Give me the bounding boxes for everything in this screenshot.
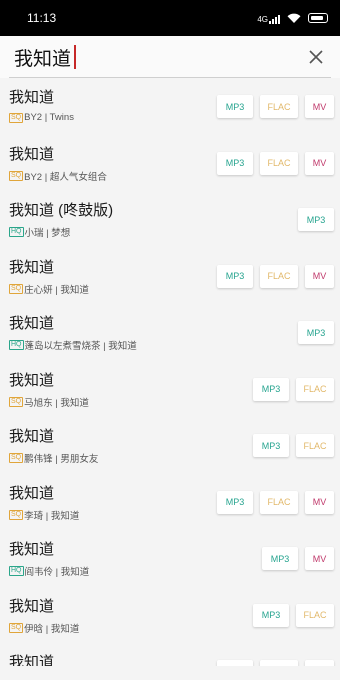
artist-album-label: 小瑞 | 梦想 (24, 228, 71, 239)
mp3-button[interactable]: MP3 (217, 151, 253, 175)
quality-badge: SQ (9, 453, 24, 463)
format-buttons: MP3 FLAC (253, 603, 334, 627)
results-list: 我知道 SQ BY2 | Twins MP3 FLAC MV 我知道 SQ BY2 | 超人气女… (0, 78, 340, 680)
quality-badge: SQ (9, 509, 24, 520)
flac-button[interactable]: FLAC (296, 377, 334, 401)
song-title: 我知道 (9, 484, 55, 502)
battery-icon (308, 13, 328, 23)
flac-button[interactable]: FLAC (296, 434, 334, 457)
network-type-label: 4G (257, 14, 268, 24)
song-title: 我知道 (9, 428, 55, 445)
list-item[interactable]: 我知道 HQ 阎韦伶 | 我知道 MP3 MV (0, 530, 340, 587)
song-title: 我知道 (9, 145, 55, 163)
quality-badge: HQ (9, 566, 24, 576)
status-icons: 4G (257, 13, 328, 24)
mp3-button[interactable]: MP3 (217, 264, 253, 288)
song-subtitle: HQ 阎韦伶 | 我知道 (9, 564, 89, 578)
status-bar: 11:13 4G (0, 0, 340, 36)
mv-button[interactable]: MV (305, 95, 334, 118)
song-title: 我知道 (9, 597, 55, 615)
mp3-button[interactable]: MP3 (253, 377, 289, 401)
quality-badge: SQ (9, 396, 24, 407)
format-buttons: MP3 FLAC (253, 434, 334, 457)
list-item[interactable]: 我知道 SQ 李琦 | 我知道 MP3 FLAC MV (0, 474, 340, 531)
quality-badge: HQ (9, 227, 24, 237)
list-item[interactable]: 我知道 (咚鼓版) HQ 小瑞 | 梦想 MP3 (0, 191, 340, 248)
artist-album-label: 鹏伟锋 | 男朋女友 (24, 454, 99, 465)
song-subtitle: SQ 李琦 | 我知道 (9, 508, 79, 522)
close-icon (309, 50, 323, 64)
artist-album-label: 阎韦伶 | 我知道 (24, 567, 90, 578)
mp3-button[interactable]: MP3 (217, 95, 253, 118)
song-subtitle: SQ BY2 | 超人气女组合 (9, 169, 107, 183)
format-buttons: MP3 FLAC (253, 377, 334, 401)
song-title: 我知道 (咚鼓版) (9, 202, 114, 219)
list-item[interactable]: 我知道 SQ BY2 | Twins MP3 FLAC MV (0, 78, 340, 135)
format-buttons: MP3 (298, 208, 334, 231)
list-item[interactable]: 我知道 HQ 蓬岛以左煮雪烧茶 | 我知道 MP3 (0, 304, 340, 361)
quality-badge: SQ (9, 622, 24, 633)
flac-button[interactable]: FLAC (260, 95, 298, 118)
mp3-button[interactable]: MP3 (253, 434, 289, 457)
format-buttons: MP3 FLAC MV (217, 151, 334, 175)
mv-button[interactable]: MV (305, 490, 334, 514)
song-subtitle: SQ 马旭东 | 我知道 (9, 395, 89, 409)
search-input[interactable] (14, 42, 304, 72)
artist-album-label: BY2 | 超人气女组合 (24, 171, 107, 183)
song-title: 我知道 (9, 371, 55, 389)
flac-button[interactable]: FLAC (296, 603, 334, 627)
flac-button[interactable]: FLAC (260, 490, 298, 514)
mv-button[interactable]: MV (305, 547, 334, 570)
navigation-bar (0, 666, 340, 680)
flac-button[interactable]: FLAC (260, 264, 298, 288)
format-buttons: MP3 FLAC MV (217, 490, 334, 514)
artist-album-label: 李琦 | 我知道 (24, 510, 80, 522)
flac-button[interactable]: FLAC (260, 151, 298, 175)
mv-button[interactable]: MV (305, 264, 334, 288)
song-subtitle: SQ 伊晗 | 我知道 (9, 621, 79, 635)
mp3-button[interactable]: MP3 (262, 547, 298, 570)
artist-album-label: 庄心妍 | 我知道 (24, 284, 89, 296)
artist-album-label: 马旭东 | 我知道 (24, 397, 89, 409)
song-title: 我知道 (9, 258, 55, 276)
song-subtitle: SQ BY2 | Twins (9, 112, 74, 123)
wifi-icon (287, 13, 301, 23)
format-buttons: MP3 (298, 321, 334, 344)
mp3-button[interactable]: MP3 (253, 603, 289, 627)
song-subtitle: HQ 蓬岛以左煮雪烧茶 | 我知道 (9, 338, 137, 352)
format-buttons: MP3 FLAC MV (217, 95, 334, 118)
list-item[interactable]: 我知道 SQ 马旭东 | 我知道 MP3 FLAC (0, 361, 340, 418)
mv-button[interactable]: MV (305, 151, 334, 175)
list-item[interactable]: 我知道 SQ 鹏伟锋 | 男朋女友 MP3 FLAC (0, 417, 340, 474)
quality-badge: HQ (9, 340, 24, 350)
song-subtitle: HQ 小瑞 | 梦想 (9, 225, 70, 239)
search-bar (0, 36, 340, 78)
format-buttons: MP3 MV (262, 547, 334, 570)
status-time: 11:13 (27, 11, 57, 25)
cellular-signal-icon: 4G (257, 13, 280, 24)
list-item[interactable]: 我知道 SQ 伊晗 | 我知道 MP3 FLAC (0, 587, 340, 644)
text-cursor (74, 45, 76, 69)
mp3-button[interactable]: MP3 (298, 321, 334, 344)
mp3-button[interactable]: MP3 (217, 490, 253, 514)
song-subtitle: SQ 庄心妍 | 我知道 (9, 282, 89, 296)
song-title: 我知道 (9, 541, 55, 558)
list-item[interactable]: 我知道 SQ BY2 | 超人气女组合 MP3 FLAC MV (0, 135, 340, 192)
list-item[interactable]: 我知道 SQ 庄心妍 | 我知道 MP3 FLAC MV (0, 248, 340, 305)
artist-album-label: BY2 | Twins (24, 112, 74, 123)
quality-badge: SQ (9, 283, 24, 294)
mp3-button[interactable]: MP3 (298, 208, 334, 231)
song-title: 我知道 (9, 89, 55, 106)
clear-search-button[interactable] (304, 45, 328, 69)
format-buttons: MP3 FLAC MV (217, 264, 334, 288)
quality-badge: SQ (9, 170, 24, 181)
quality-badge: SQ (9, 112, 24, 123)
song-subtitle: SQ 鹏伟锋 | 男朋女友 (9, 451, 98, 465)
song-title: 我知道 (9, 315, 55, 332)
artist-album-label: 伊晗 | 我知道 (24, 623, 80, 635)
artist-album-label: 蓬岛以左煮雪烧茶 | 我知道 (24, 341, 137, 352)
